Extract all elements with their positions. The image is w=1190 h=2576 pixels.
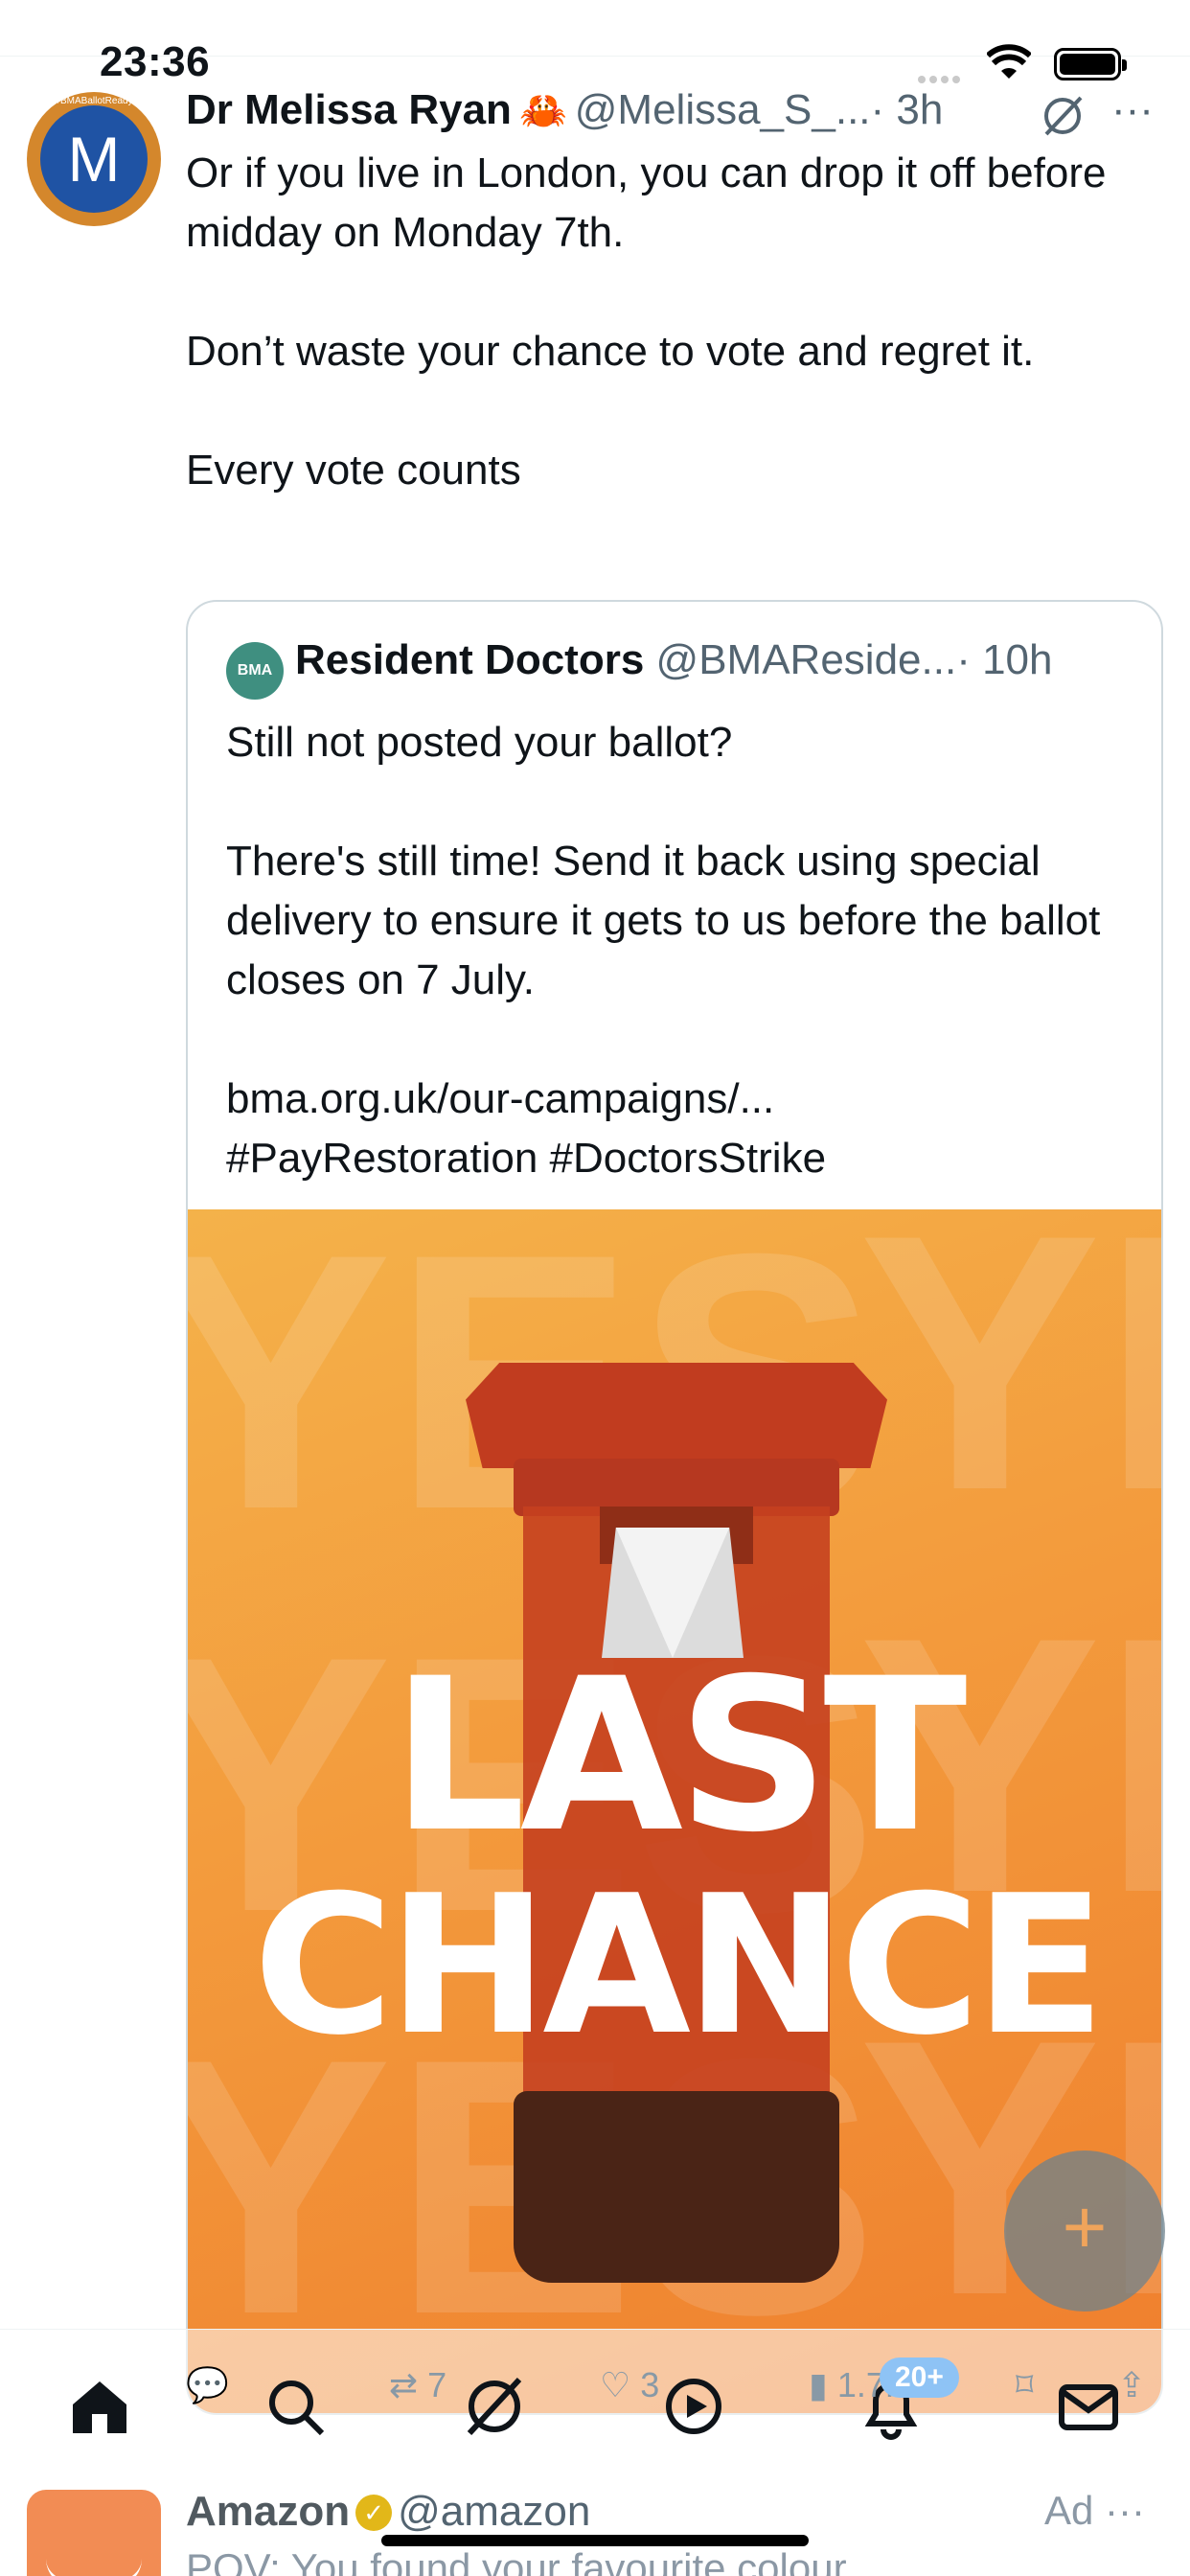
bma-avatar[interactable]: BMA [226,642,284,700]
bookmark-icon[interactable]: ⌑ [1016,2365,1033,2405]
headline-chance: CHANCE [253,1854,1106,2078]
notifications-badge: 20+ [880,2358,959,2398]
more-icon[interactable]: ··· [1111,86,1154,134]
tweet-age: · 3h [870,86,944,133]
compose-button[interactable]: + [1004,2150,1165,2312]
quote-age: · 10h [956,636,1053,683]
tweet-line: Or if you live in London, you can drop i… [186,150,1107,256]
quote-line: Still not posted your ballot? [226,719,733,766]
ad-label: Ad ··· [1044,2488,1146,2533]
quote-author-name[interactable]: Resident Doctors [295,636,644,683]
quote-hashtags[interactable]: #PayRestoration #DoctorsStrike [226,1129,1136,1188]
wifi-icon [987,44,1031,79]
retweet-button[interactable]: ⇄ 7 [389,2365,446,2405]
verified-badge-icon: ✓ [355,2495,393,2531]
author-name[interactable]: Dr Melissa Ryan [186,86,512,133]
quote-link[interactable]: bma.org.uk/our-campaigns/... [226,1070,1136,1129]
postbox-cap [466,1363,887,1468]
avatar-letter: M [40,105,148,213]
avatar[interactable]: #BMABallotReady M [27,92,161,226]
share-icon[interactable]: ⇪ [1117,2365,1146,2405]
battery-icon [1054,48,1127,80]
more-icon[interactable]: ··· [1105,2488,1145,2533]
crab-emoji: 🦀 [518,90,567,132]
headline-last: LAST [391,1633,968,1878]
background-yes-text: YES [858,1209,1161,1566]
ad-handle[interactable]: @amazon [398,2488,590,2535]
retweet-count: 7 [427,2365,447,2404]
tweet-header: Dr Melissa Ryan 🦀 @Melissa_S_...· 3h ··· [186,86,1154,144]
ad-text: POV: You found your favourite colour [186,2545,847,2576]
tweet-actions: 💬 ⇄ 7 ♡ 3 ▮ 1.7K ⌑ ⇪ [186,2358,1163,2434]
amazon-logo[interactable] [27,2490,161,2576]
like-count: 3 [640,2365,660,2404]
postbox-base [514,2091,839,2283]
tweet-line: Every vote counts [186,447,521,494]
home-icon[interactable] [65,2372,134,2441]
like-button[interactable]: ♡ 3 [600,2365,659,2405]
reply-button[interactable]: 💬 [186,2365,229,2405]
quoted-tweet[interactable]: BMA Resident Doctors @BMAReside...· 10h … [186,600,1163,2415]
ad-tweet[interactable]: Amazon ✓ @amazon Ad ··· POV: You found you… [0,2472,1190,2576]
home-indicator[interactable] [381,2535,809,2546]
tweet-line: Don’t waste your chance to vote and regr… [186,328,1035,375]
quote-text: Still not posted your ballot? There's st… [226,713,1136,1188]
quote-handle[interactable]: @BMAReside... [656,636,957,683]
quote-line: There's still time! Send it back using s… [226,838,1101,1003]
status-time: 23:36 [100,38,211,85]
author-handle[interactable]: @Melissa_S_... [575,86,871,133]
ad-header: Amazon ✓ @amazon [186,2488,590,2536]
ad-author-name[interactable]: Amazon [186,2488,350,2535]
status-bar: 23:36 [0,0,1190,96]
grok-icon[interactable] [1039,92,1087,140]
tweet-text: Or if you live in London, you can drop i… [186,144,1154,500]
